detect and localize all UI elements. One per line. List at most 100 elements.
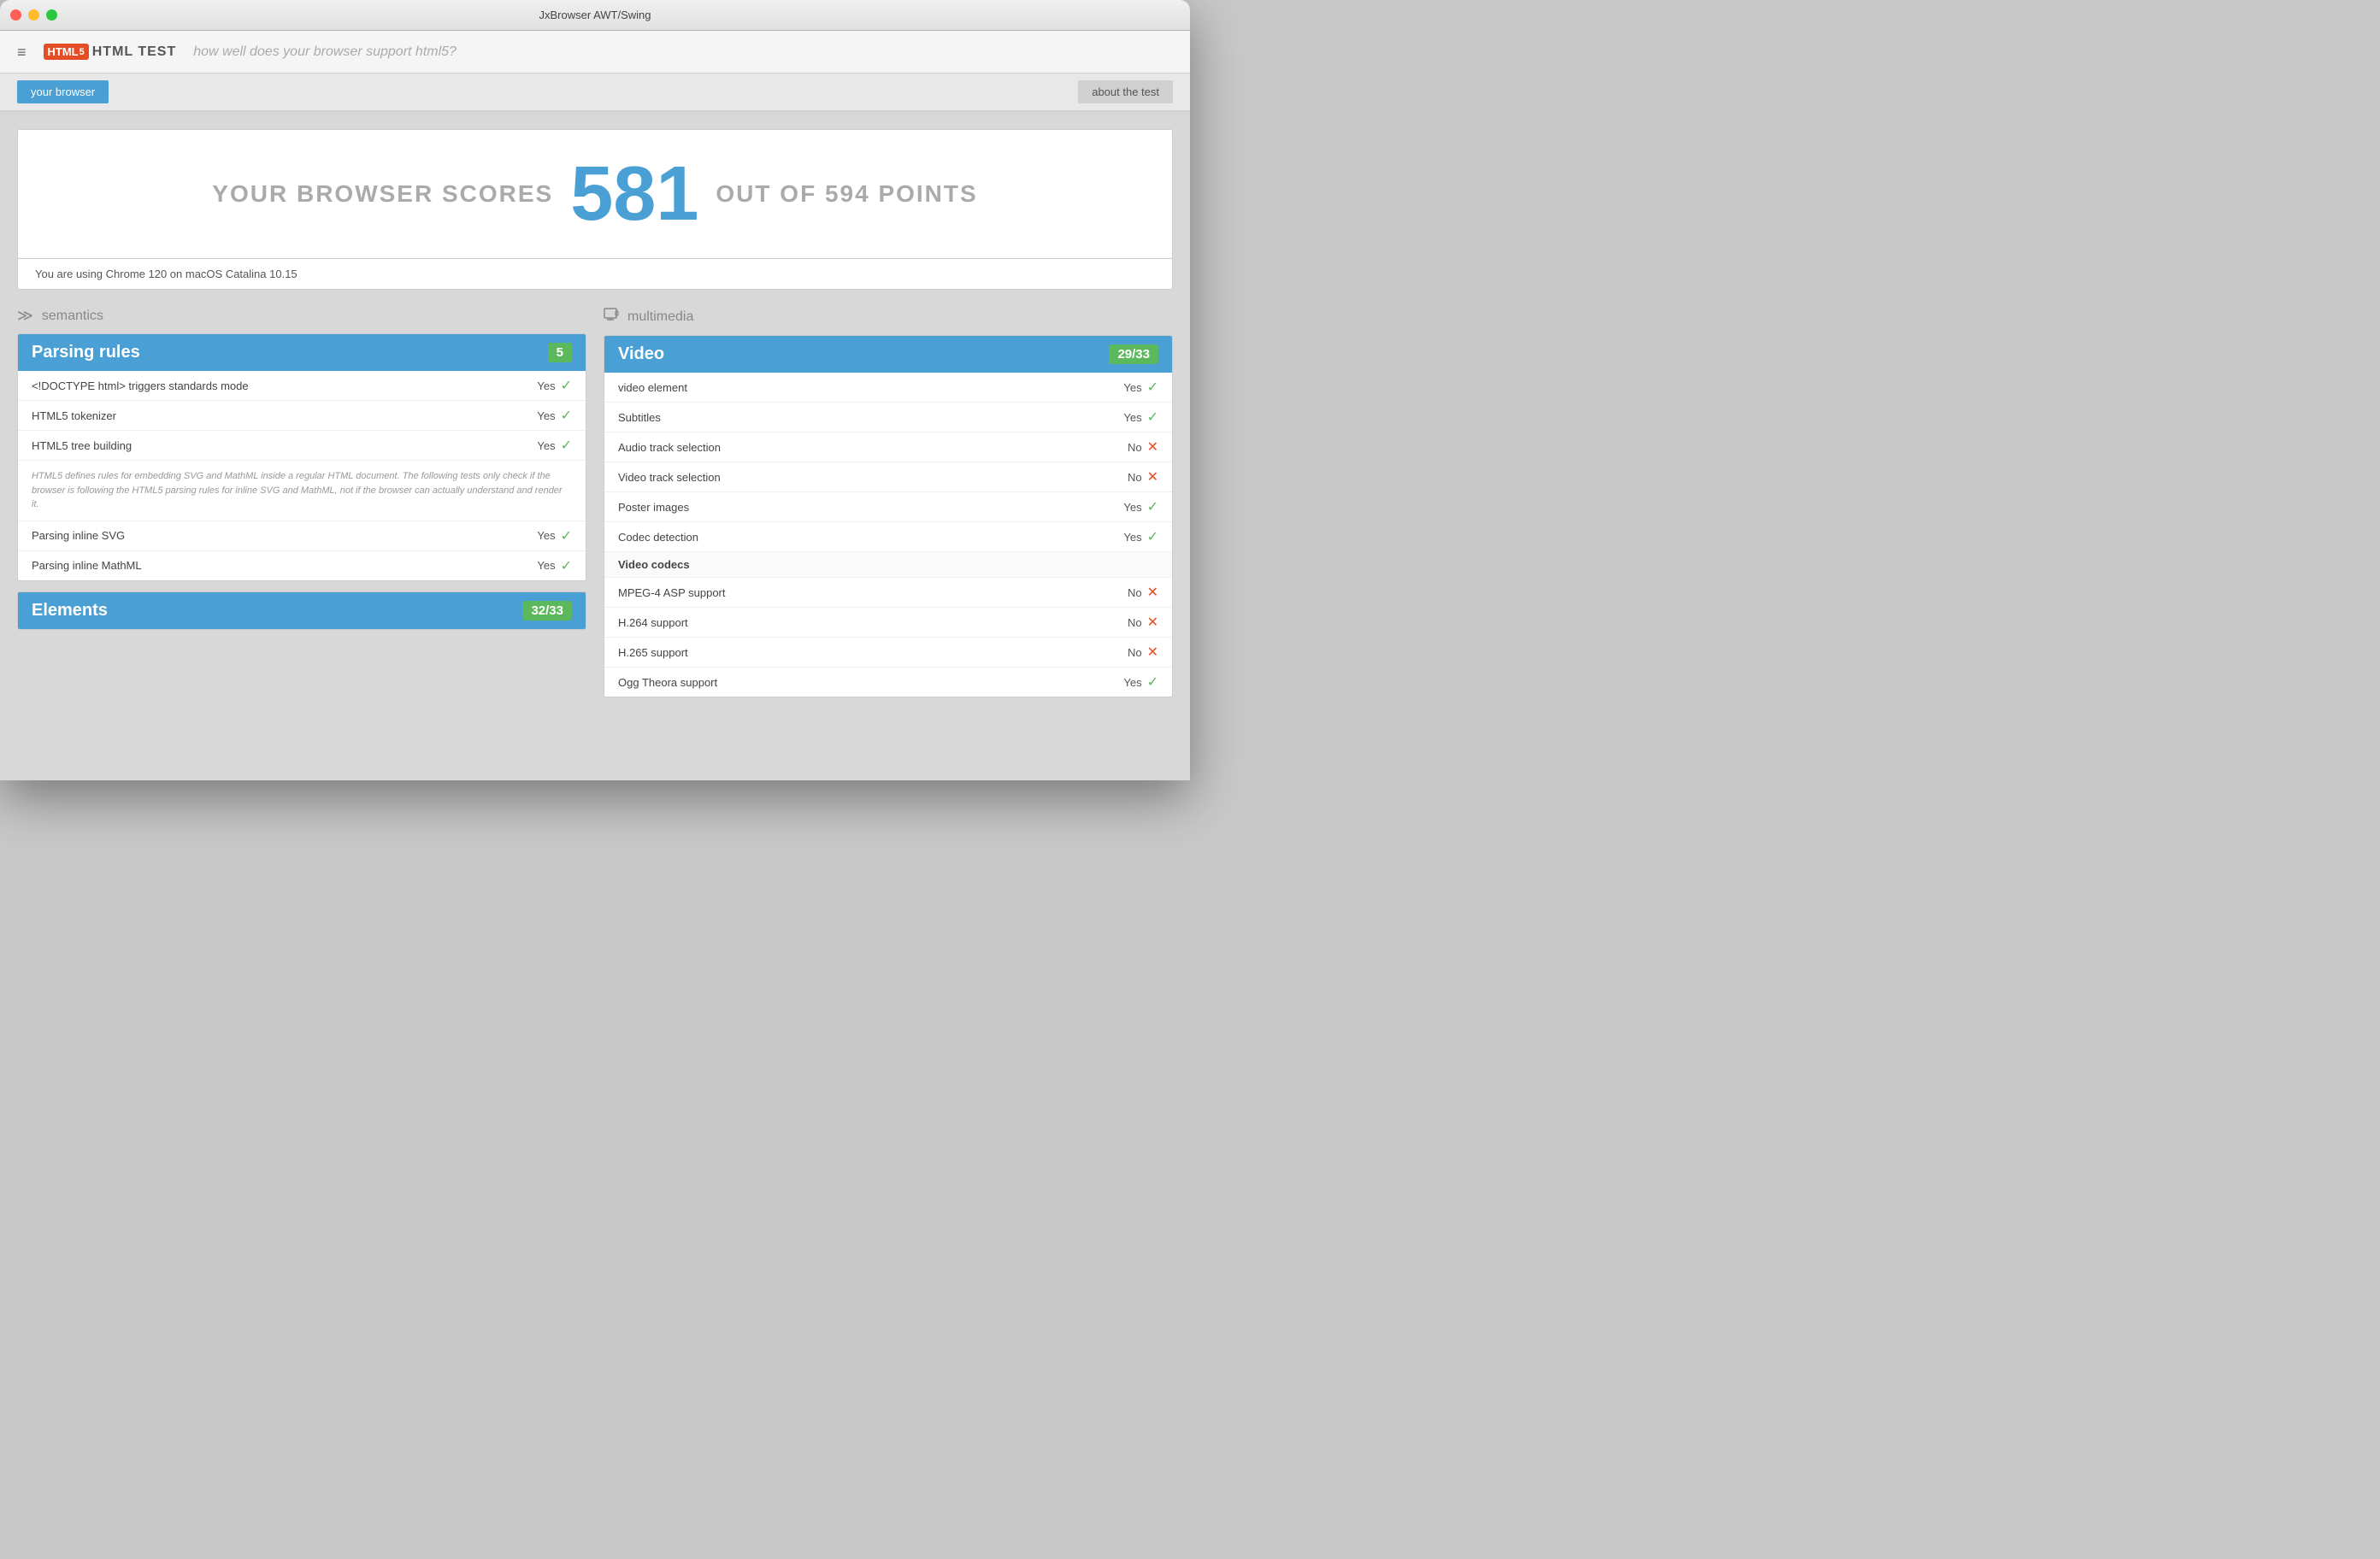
- test-result: Yes ✓: [1123, 379, 1158, 396]
- test-result: No ✕: [1128, 644, 1158, 661]
- table-row: HTML5 tokenizer Yes ✓: [18, 401, 586, 431]
- table-row: Parsing inline MathML Yes ✓: [18, 551, 586, 580]
- test-label: Audio track selection: [618, 441, 721, 454]
- hamburger-icon[interactable]: ≡: [17, 44, 27, 60]
- table-row: H.264 support No ✕: [604, 608, 1172, 638]
- test-result: Yes ✓: [537, 437, 572, 454]
- table-row: Codec detection Yes ✓: [604, 522, 1172, 552]
- score-banner: YOUR BROWSER SCORES 581 OUT OF 594 POINT…: [17, 129, 1173, 259]
- parsing-rules-card: Parsing rules 5 <!DOCTYPE html> triggers…: [17, 333, 586, 581]
- table-row: Poster images Yes ✓: [604, 492, 1172, 522]
- checkmark-icon: ✓: [1147, 528, 1158, 545]
- score-suffix: OUT OF 594 POINTS: [716, 180, 977, 208]
- test-label: H.265 support: [618, 646, 688, 659]
- elements-header: Elements 32/33: [18, 592, 586, 629]
- checkmark-icon: ✓: [561, 377, 572, 394]
- x-icon: ✕: [1147, 468, 1158, 485]
- x-icon: ✕: [1147, 644, 1158, 661]
- tagline: how well does your browser support html5…: [193, 44, 457, 60]
- x-icon: ✕: [1147, 614, 1158, 631]
- maximize-button[interactable]: [46, 9, 57, 21]
- checkmark-icon: ✓: [1147, 498, 1158, 515]
- semantics-column: ≫ semantics Parsing rules 5 <!DOCTYPE ht…: [17, 307, 586, 708]
- brand-text: HTML TEST: [92, 44, 176, 60]
- test-result: No ✕: [1128, 468, 1158, 485]
- test-result: Yes ✓: [1123, 674, 1158, 691]
- minimize-button[interactable]: [28, 9, 39, 21]
- html5-badge: HTML5: [44, 44, 89, 60]
- test-label: Codec detection: [618, 531, 698, 544]
- test-label: Parsing inline MathML: [32, 559, 142, 572]
- tab-about-test[interactable]: about the test: [1078, 80, 1173, 103]
- brand-logo: HTML5 HTML TEST: [44, 44, 177, 60]
- elements-score: 32/33: [522, 601, 572, 621]
- test-label: Video track selection: [618, 471, 721, 484]
- table-row: Ogg Theora support Yes ✓: [604, 668, 1172, 697]
- browser-info: You are using Chrome 120 on macOS Catali…: [17, 259, 1173, 290]
- test-label: Ogg Theora support: [618, 676, 717, 689]
- test-result: Yes ✓: [1123, 498, 1158, 515]
- table-row: Audio track selection No ✕: [604, 432, 1172, 462]
- main-content: YOUR BROWSER SCORES 581 OUT OF 594 POINT…: [0, 112, 1190, 780]
- parsing-rules-score: 5: [548, 343, 572, 362]
- table-row: <!DOCTYPE html> triggers standards mode …: [18, 371, 586, 401]
- table-row: MPEG-4 ASP support No ✕: [604, 578, 1172, 608]
- test-label: video element: [618, 381, 687, 394]
- checkmark-icon: ✓: [561, 407, 572, 424]
- video-header: Video 29/33: [604, 336, 1172, 373]
- test-label: HTML5 tokenizer: [32, 409, 116, 422]
- x-icon: ✕: [1147, 584, 1158, 601]
- video-card: Video 29/33 video element Yes ✓ Subtitle…: [604, 335, 1173, 697]
- badge-number: 5: [80, 47, 85, 57]
- window-title: JxBrowser AWT/Swing: [539, 9, 651, 21]
- multimedia-icon: [604, 307, 619, 327]
- test-result: Yes ✓: [1123, 409, 1158, 426]
- test-result: Yes ✓: [1123, 528, 1158, 545]
- score-prefix: YOUR BROWSER SCORES: [212, 180, 553, 208]
- video-title: Video: [618, 344, 664, 364]
- navbar: ≡ HTML5 HTML TEST how well does your bro…: [0, 31, 1190, 74]
- close-button[interactable]: [10, 9, 21, 21]
- table-row: Video track selection No ✕: [604, 462, 1172, 492]
- x-icon: ✕: [1147, 438, 1158, 456]
- checkmark-icon: ✓: [1147, 409, 1158, 426]
- test-label: Subtitles: [618, 411, 661, 424]
- video-score: 29/33: [1109, 344, 1158, 364]
- test-result: Yes ✓: [537, 407, 572, 424]
- window-controls: [10, 9, 57, 21]
- categories-grid: ≫ semantics Parsing rules 5 <!DOCTYPE ht…: [17, 307, 1173, 708]
- test-result: No ✕: [1128, 614, 1158, 631]
- tabbar: your browser about the test: [0, 74, 1190, 112]
- titlebar: JxBrowser AWT/Swing: [0, 0, 1190, 31]
- checkmark-icon: ✓: [561, 527, 572, 544]
- test-label: MPEG-4 ASP support: [618, 586, 726, 599]
- video-codecs-header: Video codecs: [604, 552, 1172, 578]
- test-result: No ✕: [1128, 584, 1158, 601]
- test-label: HTML5 tree building: [32, 439, 132, 452]
- test-result: Yes ✓: [537, 527, 572, 544]
- elements-title: Elements: [32, 601, 108, 621]
- test-label: H.264 support: [618, 616, 688, 629]
- parsing-rules-title: Parsing rules: [32, 343, 140, 362]
- checkmark-icon: ✓: [561, 437, 572, 454]
- tab-your-browser[interactable]: your browser: [17, 80, 109, 103]
- parsing-rules-header: Parsing rules 5: [18, 334, 586, 371]
- score-number: 581: [570, 156, 698, 232]
- semantics-section-header: ≫ semantics: [17, 307, 586, 325]
- test-label: Poster images: [618, 501, 689, 514]
- multimedia-column: multimedia Video 29/33 video element Yes…: [604, 307, 1173, 708]
- table-row: HTML5 tree building Yes ✓: [18, 431, 586, 461]
- test-result: Yes ✓: [537, 557, 572, 574]
- test-label: <!DOCTYPE html> triggers standards mode: [32, 379, 249, 392]
- checkmark-icon: ✓: [1147, 379, 1158, 396]
- multimedia-label: multimedia: [627, 309, 693, 325]
- checkmark-icon: ✓: [561, 557, 572, 574]
- test-result: Yes ✓: [537, 377, 572, 394]
- test-label: Parsing inline SVG: [32, 529, 125, 542]
- checkmark-icon: ✓: [1147, 674, 1158, 691]
- elements-card: Elements 32/33: [17, 591, 586, 630]
- parsing-note: HTML5 defines rules for embedding SVG an…: [18, 461, 586, 521]
- multimedia-section-header: multimedia: [604, 307, 1173, 327]
- table-row: Parsing inline SVG Yes ✓: [18, 521, 586, 551]
- table-row: video element Yes ✓: [604, 373, 1172, 403]
